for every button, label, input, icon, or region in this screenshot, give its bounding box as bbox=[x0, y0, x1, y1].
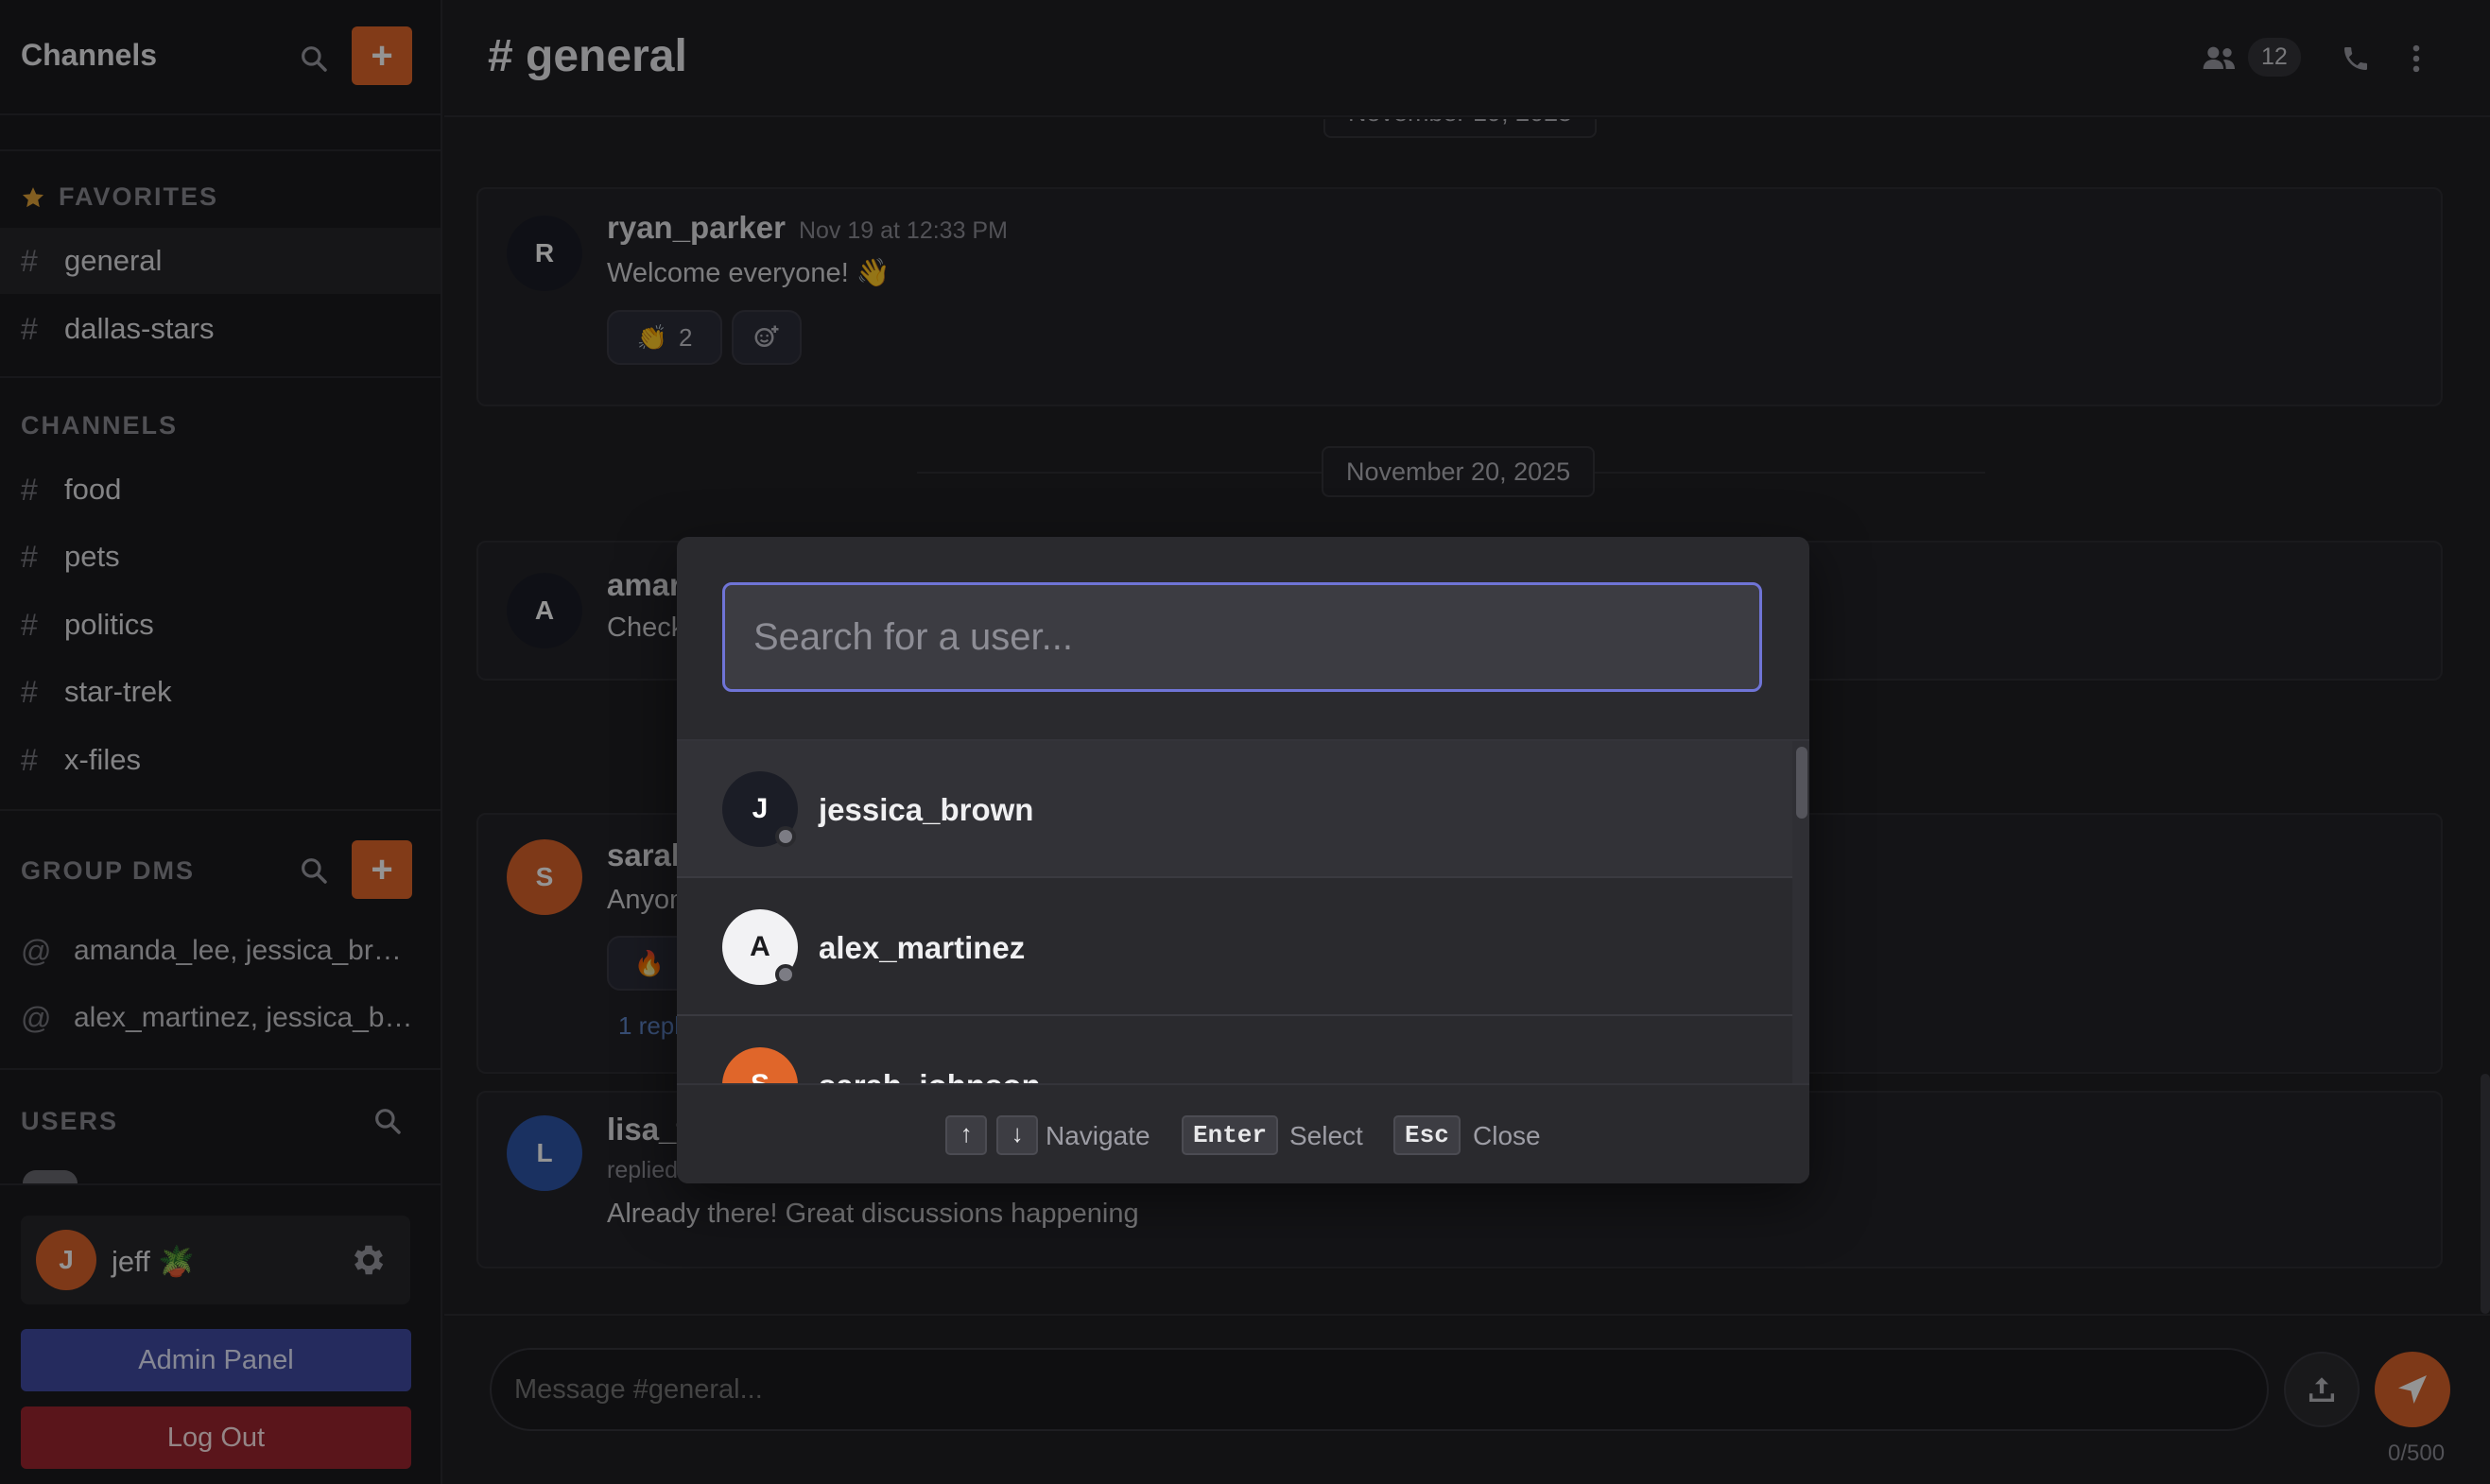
esc-key: Esc bbox=[1393, 1115, 1461, 1155]
user-results-list[interactable]: J jessica_brown A alex_martinez S sarah_… bbox=[677, 739, 1809, 1083]
list-scrollbar[interactable] bbox=[1792, 741, 1809, 1083]
user-name: sarah_johnson bbox=[819, 1068, 1041, 1083]
select-hint: Select bbox=[1289, 1121, 1363, 1150]
avatar: S bbox=[722, 1047, 798, 1083]
close-hint: Close bbox=[1473, 1121, 1541, 1150]
search-field-wrapper bbox=[722, 582, 1762, 692]
status-indicator bbox=[775, 826, 796, 847]
app-window: Channels + FAVORITES # general # dallas-… bbox=[0, 0, 2490, 1484]
keyboard-hints: ↑ ↓ Navigate Enter Select Esc Close bbox=[677, 1083, 1809, 1183]
status-indicator bbox=[775, 964, 796, 985]
user-name: jessica_brown bbox=[819, 792, 1034, 827]
navigate-hint: Navigate bbox=[1046, 1121, 1150, 1150]
list-item[interactable]: J jessica_brown bbox=[677, 741, 1792, 878]
arrow-up-key: ↑ bbox=[945, 1115, 987, 1155]
user-search-modal: J jessica_brown A alex_martinez S sarah_… bbox=[677, 537, 1809, 1183]
user-name: alex_martinez bbox=[819, 930, 1026, 965]
enter-key: Enter bbox=[1182, 1115, 1279, 1155]
list-item[interactable]: A alex_martinez bbox=[677, 879, 1792, 1016]
scrollbar-thumb[interactable] bbox=[1796, 747, 1807, 819]
arrow-down-key: ↓ bbox=[996, 1115, 1038, 1155]
user-search-input[interactable] bbox=[753, 585, 1737, 689]
list-item[interactable]: S sarah_johnson bbox=[677, 1017, 1792, 1083]
